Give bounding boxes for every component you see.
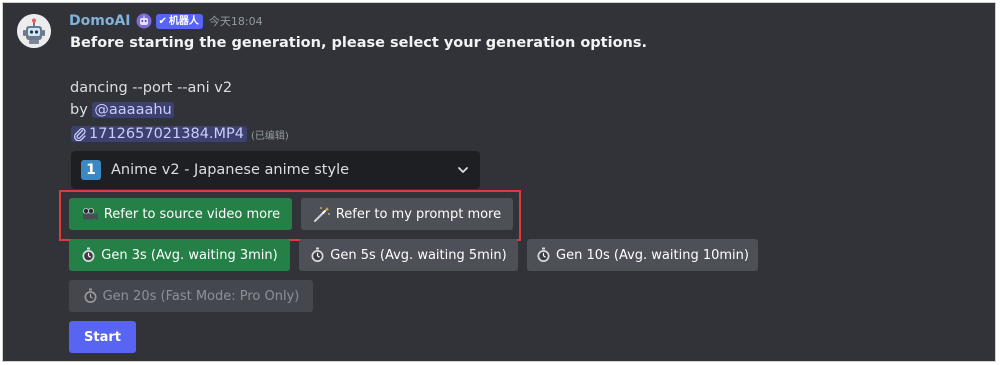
attachment-line: 1712657021384.MP4 (已编辑)	[71, 126, 289, 142]
style-select-dropdown[interactable]: 1 Anime v2 - Japanese anime style	[71, 151, 480, 189]
command-text: dancing --port --ani v2	[70, 80, 233, 96]
timestamp: 今天18:04	[208, 15, 263, 28]
refer-prompt-button[interactable]: Refer to my prompt more	[301, 198, 513, 230]
stopwatch-icon	[81, 247, 96, 263]
refer-prompt-label: Refer to my prompt more	[335, 206, 502, 222]
chevron-down-icon	[456, 163, 470, 177]
paperclip-icon	[73, 127, 86, 141]
edited-label: (已编辑)	[251, 130, 289, 142]
gen-10s-button[interactable]: Gen 10s (Avg. waiting 10min)	[527, 239, 758, 271]
bot-badge-label: 机器人	[168, 15, 199, 27]
bot-badge: ✔ 机器人	[155, 13, 203, 29]
stopwatch-icon	[536, 247, 551, 263]
keycap-one-icon: 1	[81, 160, 101, 180]
attachment-link[interactable]: 1712657021384.MP4	[71, 126, 248, 142]
magic-wand-icon	[313, 206, 331, 222]
gen-5s-label: Gen 5s (Avg. waiting 5min)	[330, 247, 507, 263]
message-header: DomoAI ✔ 机器人 今天18:04	[69, 12, 263, 30]
gen-20s-button: Gen 20s (Fast Mode: Pro Only)	[69, 280, 313, 312]
attachment-filename: 1712657021384.MP4	[89, 126, 245, 142]
gen-5s-button[interactable]: Gen 5s (Avg. waiting 5min)	[299, 239, 518, 271]
user-mention[interactable]: @aaaaahu	[92, 102, 174, 118]
refer-source-video-label: Refer to source video more	[103, 206, 281, 222]
gen-20s-label: Gen 20s (Fast Mode: Pro Only)	[102, 288, 300, 304]
checkmark-icon: ✔	[158, 15, 167, 27]
author-line: by @aaaaahu	[70, 102, 174, 118]
start-label: Start	[84, 329, 121, 345]
message-headline: Before starting the generation, please s…	[70, 35, 647, 51]
gen-3s-label: Gen 3s (Avg. waiting 3min)	[101, 247, 278, 263]
stopwatch-icon	[83, 288, 98, 304]
robot-role-icon	[136, 13, 152, 29]
stopwatch-icon	[310, 247, 325, 263]
refer-source-video-button[interactable]: Refer to source video more	[69, 198, 292, 230]
by-prefix: by	[70, 102, 88, 118]
style-select-value: Anime v2 - Japanese anime style	[111, 162, 350, 178]
message-container: DomoAI ✔ 机器人 今天18:04 Before starting the…	[2, 2, 996, 362]
bot-avatar[interactable]	[17, 14, 51, 48]
gen-10s-label: Gen 10s (Avg. waiting 10min)	[556, 247, 749, 263]
author-name[interactable]: DomoAI	[69, 13, 131, 29]
movie-camera-icon	[81, 207, 99, 221]
start-button[interactable]: Start	[69, 321, 136, 353]
gen-3s-button[interactable]: Gen 3s (Avg. waiting 3min)	[69, 239, 290, 271]
